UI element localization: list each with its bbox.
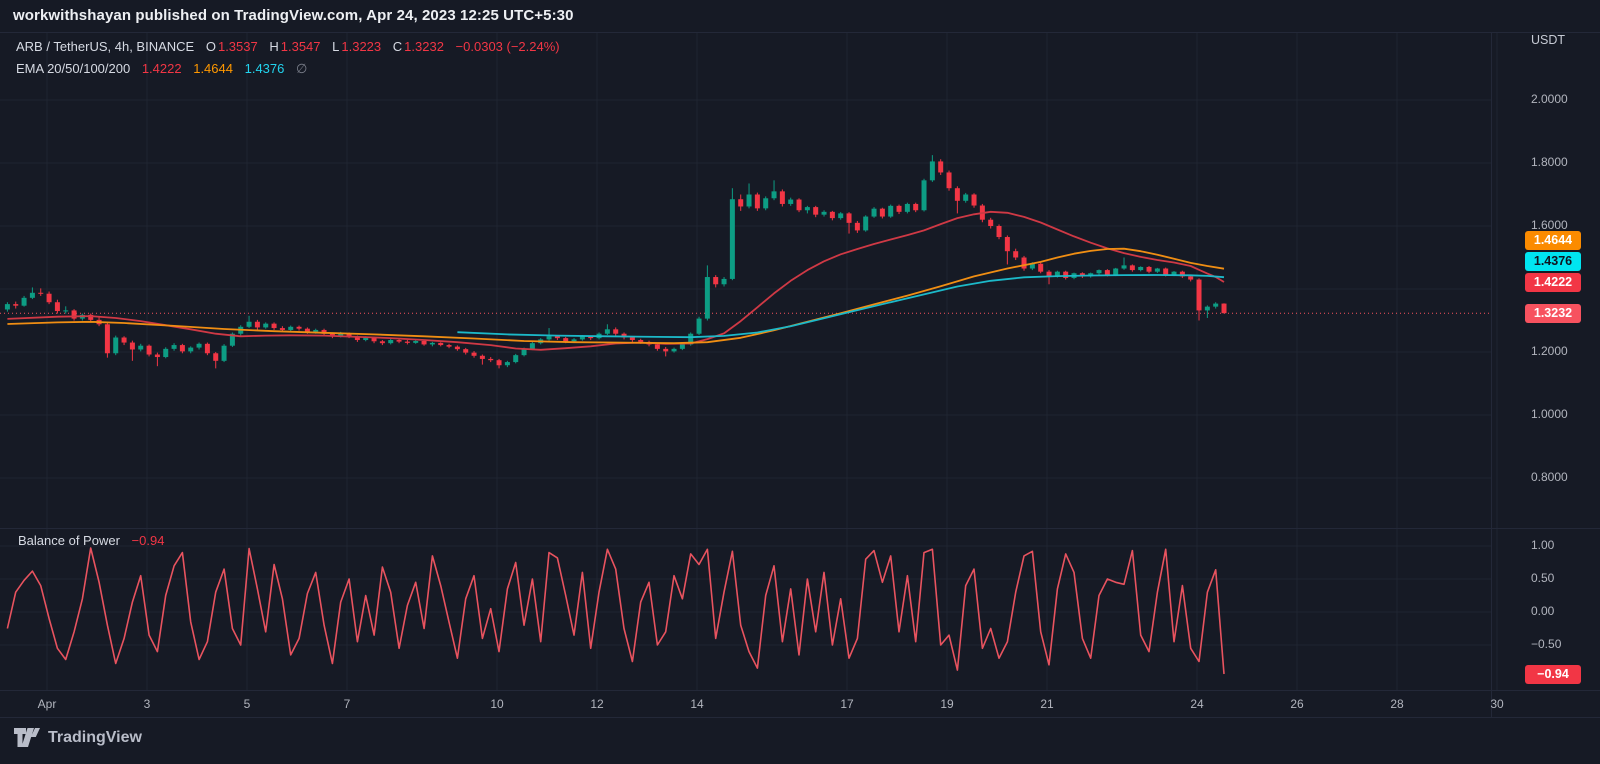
time-axis-divider	[0, 690, 1600, 691]
time-axis-label: 24	[1190, 697, 1204, 711]
time-axis-label: 17	[840, 697, 854, 711]
open-value: 1.3537	[217, 39, 258, 54]
tradingview-logo[interactable]: TradingView	[14, 728, 142, 747]
price-tag-1.4222: 1.4222	[1525, 272, 1581, 292]
ema50-value: 1.4644	[193, 61, 233, 76]
price-tag-1.4644: 1.4644	[1525, 230, 1581, 250]
main-price-pane[interactable]	[0, 32, 1491, 528]
ema200-value: ∅	[296, 61, 308, 76]
price-axis-label: 1.8000	[1531, 155, 1568, 169]
symbol-title: ARB / TetherUS, 4h, BINANCE	[16, 39, 195, 54]
bop-title: Balance of Power	[18, 533, 120, 548]
price-axis-label: 1.0000	[1531, 407, 1568, 421]
low-label: L	[332, 39, 340, 54]
time-axis-label: 3	[143, 697, 151, 711]
time-axis-label: 28	[1390, 697, 1404, 711]
footer-bar: TradingView	[0, 718, 1600, 764]
open-label: O	[205, 39, 216, 54]
price-axis-label: 2.0000	[1531, 92, 1568, 106]
close-value: 1.3232	[404, 39, 444, 54]
close-label: C	[392, 39, 403, 54]
bop-axis-label: 1.00	[1531, 538, 1555, 552]
price-axis-currency: USDT	[1531, 33, 1566, 47]
bop-axis-label: 0.50	[1531, 571, 1555, 585]
tradingview-snapshot: workwithshayan published on TradingView.…	[0, 0, 1600, 764]
price-tag-1.4376: 1.4376	[1525, 251, 1581, 271]
time-axis-label: 26	[1290, 697, 1304, 711]
ema-title: EMA 20/50/100/200	[16, 61, 131, 76]
tradingview-logo-text: TradingView	[48, 728, 142, 746]
change-value: −0.0303 (−2.24%)	[455, 39, 560, 54]
high-value: 1.3547	[280, 39, 321, 54]
time-axis-label: 19	[940, 697, 954, 711]
low-value: 1.3223	[341, 39, 382, 54]
time-axis-label: 21	[1040, 697, 1054, 711]
tradingview-logo-icon	[14, 728, 40, 747]
high-label: H	[269, 39, 279, 54]
price-axis-divider	[1491, 32, 1492, 717]
time-axis-label: 12	[590, 697, 604, 711]
price-axis-label: 0.8000	[1531, 470, 1568, 484]
bop-axis-label: 0.00	[1531, 604, 1555, 618]
time-axis-label: 7	[343, 697, 351, 711]
time-axis-label: 30	[1490, 697, 1504, 711]
time-axis-label: 14	[690, 697, 704, 711]
ema20-value: 1.4222	[141, 61, 182, 76]
bop-axis-label: −0.50	[1531, 637, 1562, 651]
bop-legend[interactable]: Balance of Power −0.94	[18, 533, 164, 548]
time-axis-label: 10	[490, 697, 504, 711]
bop-value: −0.94	[131, 533, 165, 548]
bop-value-tag: −0.94	[1525, 664, 1581, 684]
price-axis-label: 1.6000	[1531, 218, 1568, 232]
price-tag-1.3232: 1.3232	[1525, 303, 1581, 323]
bop-indicator-pane[interactable]	[0, 528, 1491, 690]
price-axis-label: 1.2000	[1531, 344, 1568, 358]
ema100-value: 1.4376	[244, 61, 285, 76]
ema-legend[interactable]: EMA 20/50/100/200 1.4222 1.4644 1.4376 ∅	[16, 61, 307, 77]
time-axis-label: Apr	[37, 697, 57, 711]
symbol-legend[interactable]: ARB / TetherUS, 4h, BINANCE O 1.3537 H 1.3…	[16, 39, 560, 54]
time-axis-label: 5	[243, 697, 251, 711]
